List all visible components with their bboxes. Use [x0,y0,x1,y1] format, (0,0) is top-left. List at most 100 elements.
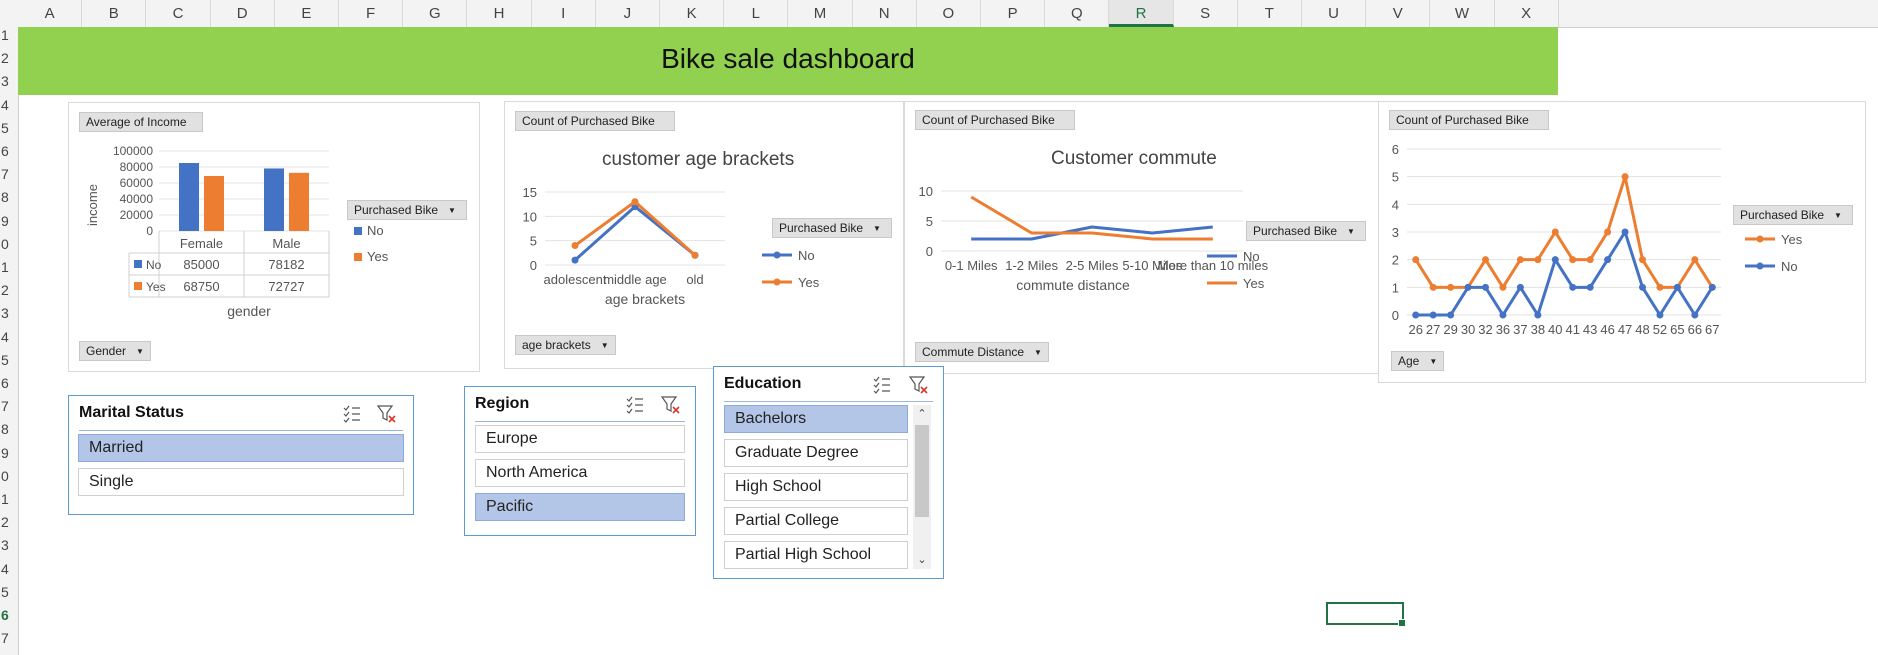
x-axis-label: gender [227,303,271,319]
row-header-26[interactable]: 6 [0,607,19,624]
age-legend-button[interactable]: Purchased Bike ▼ [772,218,892,238]
column-header-p[interactable]: P [981,0,1046,27]
slicer-item-pacific[interactable]: Pacific [475,493,685,521]
education-slicer[interactable]: Education Bachelors Graduate Degree High… [713,366,944,579]
slicer-item-high-school[interactable]: High School [724,473,908,501]
row-header-12[interactable]: 2 [0,282,19,299]
commute-distance-axis-button[interactable]: Commute Distance ▼ [915,342,1049,362]
column-header-m[interactable]: M [788,0,853,27]
table-value: 68750 [183,279,219,294]
x-tick-label: 46 [1600,322,1614,337]
slicer-item-married[interactable]: Married [78,434,404,462]
row-header-3[interactable]: 3 [0,73,19,90]
row-header-7[interactable]: 7 [0,166,19,183]
data-point-no [1447,311,1455,319]
row-header-17[interactable]: 7 [0,398,19,415]
column-header-k[interactable]: K [660,0,725,27]
age-brackets-chart-panel[interactable]: Count of Purchased Bike customer age bra… [504,101,904,369]
column-header-t[interactable]: T [1238,0,1302,27]
row-header-23[interactable]: 3 [0,537,19,554]
y-axis-label: income [85,184,100,226]
agecount-legend-button[interactable]: Purchased Bike ▼ [1733,205,1853,225]
x-tick-label: adolescent [544,272,607,287]
slicer-item-graduate-degree[interactable]: Graduate Degree [724,439,908,467]
column-header-j[interactable]: J [596,0,660,27]
column-header-c[interactable]: C [146,0,211,27]
y-tick-label: 1 [1392,280,1399,295]
column-header-u[interactable]: U [1302,0,1367,27]
slicer-scrollbar[interactable]: ⌃ ⌄ [913,405,931,569]
row-header-15[interactable]: 5 [0,352,19,369]
row-header-19[interactable]: 9 [0,445,19,462]
region-slicer[interactable]: Region Europe North America Pacific [464,386,696,536]
clear-filter-icon[interactable] [907,373,929,395]
commute-legend-button[interactable]: Purchased Bike ▼ [1246,221,1366,241]
column-header-s[interactable]: S [1174,0,1238,27]
row-header-27[interactable]: 7 [0,630,19,647]
multi-select-icon[interactable] [624,393,646,415]
row-header-1[interactable]: 1 [0,27,19,44]
scroll-thumb[interactable] [915,425,929,517]
row-header-9[interactable]: 9 [0,213,19,230]
column-header-x[interactable]: X [1495,0,1559,27]
column-header-g[interactable]: G [403,0,468,27]
purchased-bike-legend-button[interactable]: Purchased Bike ▼ [347,200,467,220]
column-header-l[interactable]: L [724,0,789,27]
slicer-item-north-america[interactable]: North America [475,459,685,487]
column-header-r[interactable]: R [1109,0,1174,27]
x-tick-label: 32 [1478,322,1492,337]
selected-cell[interactable] [1326,602,1406,627]
row-header-4[interactable]: 4 [0,97,19,114]
row-header-24[interactable]: 4 [0,561,19,578]
x-tick-label: 38 [1531,322,1545,337]
row-header-13[interactable]: 3 [0,305,19,322]
row-header-16[interactable]: 6 [0,375,19,392]
row-header-2[interactable]: 2 [0,50,19,67]
column-header-a[interactable]: A [18,0,83,27]
column-header-q[interactable]: Q [1045,0,1110,27]
slicer-item-partial-high-school[interactable]: Partial High School [724,541,908,569]
column-header-n[interactable]: N [853,0,917,27]
slicer-item-europe[interactable]: Europe [475,425,685,453]
legend-button-label: Purchased Bike [1740,208,1825,222]
slicer-item-single[interactable]: Single [78,468,404,496]
row-header-20[interactable]: 0 [0,468,19,485]
data-point-no [1516,283,1524,291]
row-header-22[interactable]: 2 [0,514,19,531]
age-count-chart-panel[interactable]: Count of Purchased Bike 6 5 4 3 2 1 0 26 27 29 30 3… [1378,101,1866,383]
commute-chart-panel[interactable]: Count of Purchased Bike Customer commute… [904,101,1380,374]
column-header-i[interactable]: I [532,0,596,27]
age-axis-button[interactable]: Age ▼ [1391,351,1445,371]
row-header-5[interactable]: 5 [0,120,19,137]
row-header-18[interactable]: 8 [0,421,19,438]
column-header-h[interactable]: H [467,0,532,27]
row-header-21[interactable]: 1 [0,491,19,508]
multi-select-icon[interactable] [871,373,893,395]
gender-axis-button[interactable]: Gender ▼ [79,341,151,361]
column-header-f[interactable]: F [339,0,404,27]
column-header-d[interactable]: D [211,0,275,27]
marital-status-slicer[interactable]: Marital Status Married Single [68,395,414,515]
slicer-header: Region [475,395,530,412]
row-header-14[interactable]: 4 [0,329,19,346]
row-header-25[interactable]: 5 [0,584,19,601]
clear-filter-icon[interactable] [659,393,681,415]
income-chart-panel[interactable]: Average of Income 100000 80000 60000 40000 2… [68,102,480,372]
series-line-yes [970,195,1213,241]
row-header-6[interactable]: 6 [0,143,19,160]
scroll-up-icon[interactable]: ⌃ [913,405,931,423]
row-header-10[interactable]: 0 [0,236,19,253]
column-header-e[interactable]: E [275,0,339,27]
column-header-o[interactable]: O [917,0,981,27]
slicer-item-partial-college[interactable]: Partial College [724,507,908,535]
age-brackets-axis-button[interactable]: age brackets ▼ [515,335,616,355]
scroll-down-icon[interactable]: ⌄ [913,551,931,569]
row-header-11[interactable]: 1 [0,259,19,276]
column-header-w[interactable]: W [1430,0,1495,27]
row-header-8[interactable]: 8 [0,189,19,206]
slicer-item-bachelors[interactable]: Bachelors [724,405,908,433]
column-header-v[interactable]: V [1366,0,1431,27]
multi-select-icon[interactable] [341,402,363,424]
column-header-b[interactable]: B [82,0,147,27]
clear-filter-icon[interactable] [375,402,397,424]
